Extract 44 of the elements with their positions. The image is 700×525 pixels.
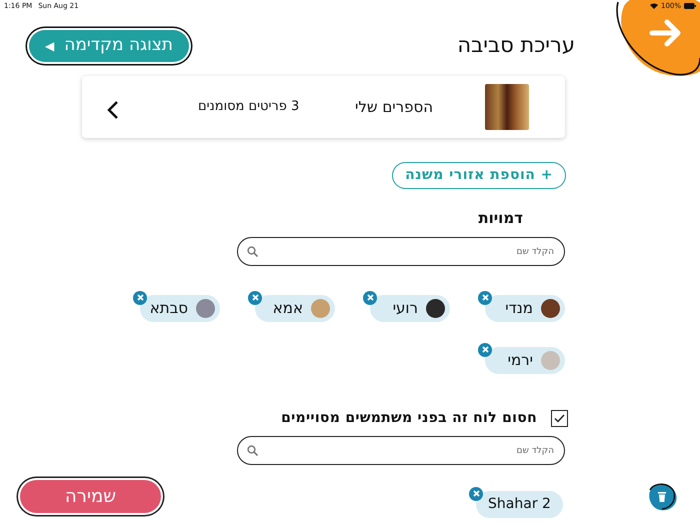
chip-label: אמא — [272, 298, 303, 319]
remove-button[interactable] — [133, 290, 147, 304]
check-icon — [554, 414, 565, 422]
avatar — [541, 350, 560, 370]
preview-button[interactable]: תצוגה מקדימה ◀ — [29, 30, 189, 62]
remove-button[interactable] — [363, 290, 377, 304]
page-title: עריכת סביבה — [457, 33, 575, 59]
remove-button[interactable] — [478, 342, 492, 356]
search-icon — [247, 246, 258, 256]
save-button[interactable]: שמירה — [20, 480, 161, 512]
chip-label: מנדי — [505, 298, 533, 319]
avatar — [196, 298, 215, 318]
search-icon — [247, 444, 258, 456]
wifi-icon — [650, 3, 658, 9]
section-heading: דמויות — [477, 208, 523, 229]
collection-title: הספרים שלי — [355, 96, 433, 118]
avatar — [541, 298, 560, 318]
close-icon — [482, 294, 488, 301]
close-icon — [366, 294, 374, 301]
collection-card[interactable]: הספרים שלי 3 פריטים מסומנים — [82, 76, 565, 138]
chip-label: ירמי — [508, 350, 533, 371]
avatar — [311, 298, 330, 318]
chip-label: Shahar 2 — [488, 494, 551, 514]
close-icon — [472, 490, 480, 497]
close-icon — [482, 346, 488, 353]
remove-button[interactable] — [478, 290, 492, 304]
battery-icon — [684, 3, 696, 9]
restrict-label: חסום לוח זה בפני משתמשים מסויימים — [281, 408, 537, 428]
remove-button[interactable] — [469, 486, 483, 500]
search-field[interactable]: הקלד שם — [237, 436, 565, 465]
selected-count: 3 פריטים מסומנים — [198, 98, 300, 116]
remove-button[interactable] — [248, 290, 262, 304]
chip-label: רועי — [392, 298, 418, 319]
close-icon — [252, 294, 258, 301]
close-icon — [136, 294, 144, 301]
checkbox[interactable] — [551, 410, 568, 426]
arrow-icon — [650, 20, 680, 46]
delete-button[interactable] — [646, 482, 678, 512]
avatar — [426, 298, 445, 318]
photo-placeholder — [485, 84, 529, 130]
search-field[interactable]: הקלד שם — [237, 237, 565, 266]
add-subarea-button[interactable]: + הוספת אזורי משנה — [392, 162, 566, 189]
trash-icon — [658, 492, 666, 502]
chip-label: סבתא — [150, 298, 188, 319]
